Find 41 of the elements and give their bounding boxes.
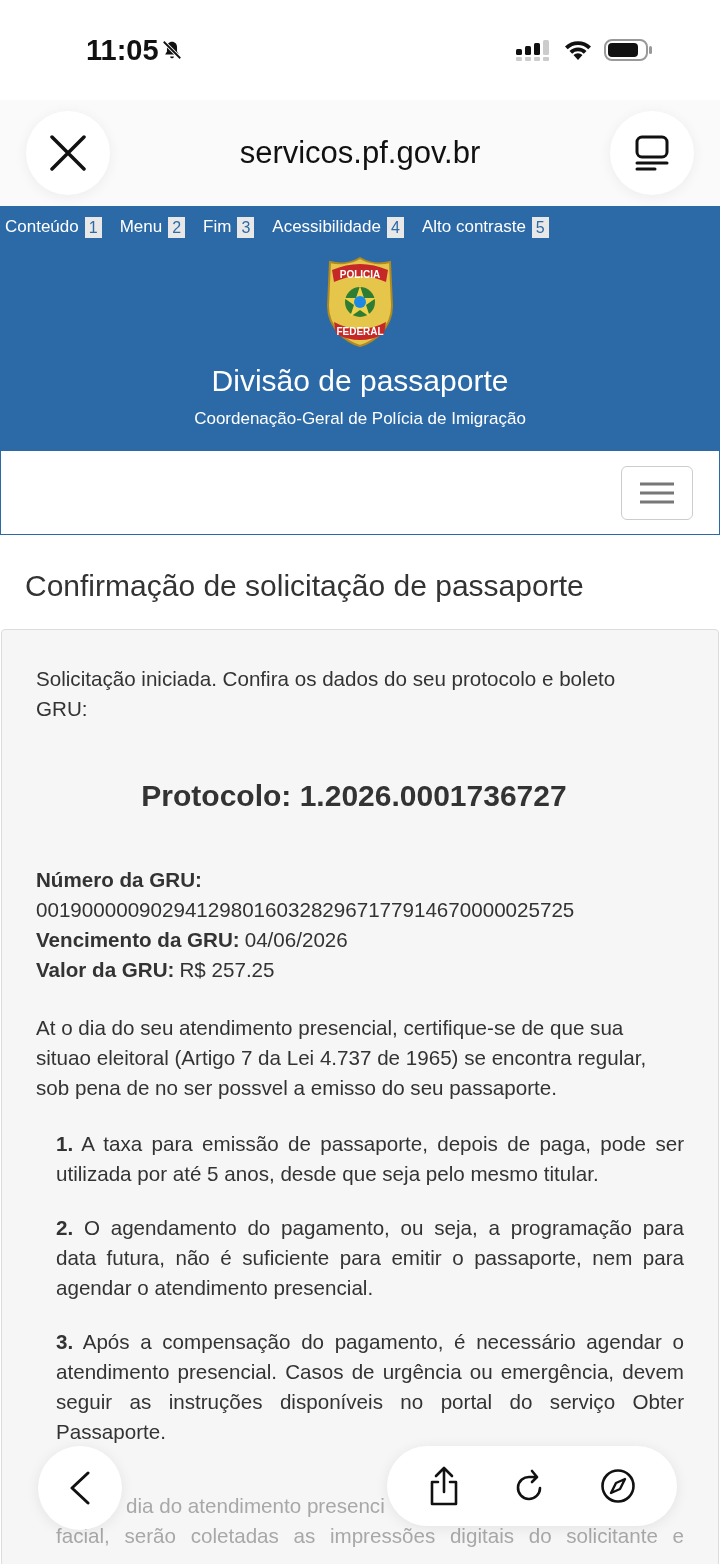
menu-button[interactable] — [621, 465, 693, 520]
key-number: 3 — [237, 216, 255, 238]
list-item-text: 2. O agendamento do pagamento, ou seja, a programação para data futura, não é suficiente para emitir o passaporte, nem para agendar o atendimento presencial. — [56, 1215, 684, 1301]
bell-slash-icon — [160, 39, 183, 61]
close-icon — [50, 135, 86, 171]
compass-icon[interactable] — [600, 1468, 636, 1504]
skip-link[interactable]: Fim 3 — [203, 216, 255, 238]
list-item-text: 1. A taxa para emissão de passaporte, depois de paga, pode ser utilizada por até 5 anos, desde que seja pelo mesmo titular. — [56, 1131, 684, 1187]
battery-icon — [604, 38, 654, 62]
key-number: 2 — [168, 216, 186, 238]
menu-icon — [638, 480, 676, 505]
field-value: 04/06/2026 — [244, 928, 348, 951]
share-icon[interactable] — [428, 1466, 460, 1506]
intro-text: Solicitação iniciada. Confira os dados do seu protocolo e boleto GRU: — [36, 666, 617, 722]
tabs-icon — [635, 135, 669, 171]
address-text[interactable]: servicos.pf.gov.br — [239, 135, 481, 171]
signal-icon — [516, 39, 552, 61]
site-subtitle: Coordenação-Geral de Polícia de Imigração — [194, 409, 526, 429]
faded-text: dia do atendimento presenci — [126, 1493, 385, 1519]
key-number: 4 — [387, 216, 404, 238]
field-label: Vencimento da GRU: — [36, 928, 240, 951]
protocol-number: Protocolo: 1.2026.0001736727 — [140, 781, 568, 811]
faded-text: facial, serão coletadas as impressões digitais do solicitante e — [56, 1523, 684, 1549]
skip-link[interactable]: Acessibilidade 4 — [272, 216, 404, 238]
key-number: 1 — [84, 216, 102, 238]
skip-link[interactable]: Conteúdo 1 — [5, 216, 102, 238]
list-item-text: 3. Após a compensação do pagamento, é necessário agendar o atendimento presencial. Casos de urgência ou emergência, devem seguir as instruções disponíveis no portal do serviço Obter Passaporte. — [56, 1329, 684, 1445]
skip-link[interactable]: Menu 2 — [119, 216, 186, 238]
key-number: 5 — [531, 216, 549, 238]
skip-link[interactable]: Alto contraste 5 — [421, 216, 549, 238]
back-icon — [69, 1471, 91, 1505]
police-badge-logo: POLICIA FEDERAL — [324, 256, 396, 348]
status-time: 11:05 — [86, 33, 159, 67]
page-title: Confirmação de solicitação de passaporte — [24, 568, 585, 604]
field-label: Número da GRU: — [36, 867, 203, 893]
notice-text: At o dia do seu atendimento presencial, certifique-se de que sua situao eleitoral (Artigo 7 da Lei 4.737 de 1965) se encontra regular, sob pena de no ser possvel a emisso do seu passaporte. — [36, 1015, 648, 1101]
field-label: Valor da GRU: — [36, 958, 175, 981]
site-title: Divisão de passaporte — [211, 364, 509, 398]
field-value: 00190000090294129801603282967177914670000025725 — [36, 898, 575, 921]
field-value: R$ 257.25 — [179, 958, 275, 981]
wifi-icon — [562, 39, 594, 61]
